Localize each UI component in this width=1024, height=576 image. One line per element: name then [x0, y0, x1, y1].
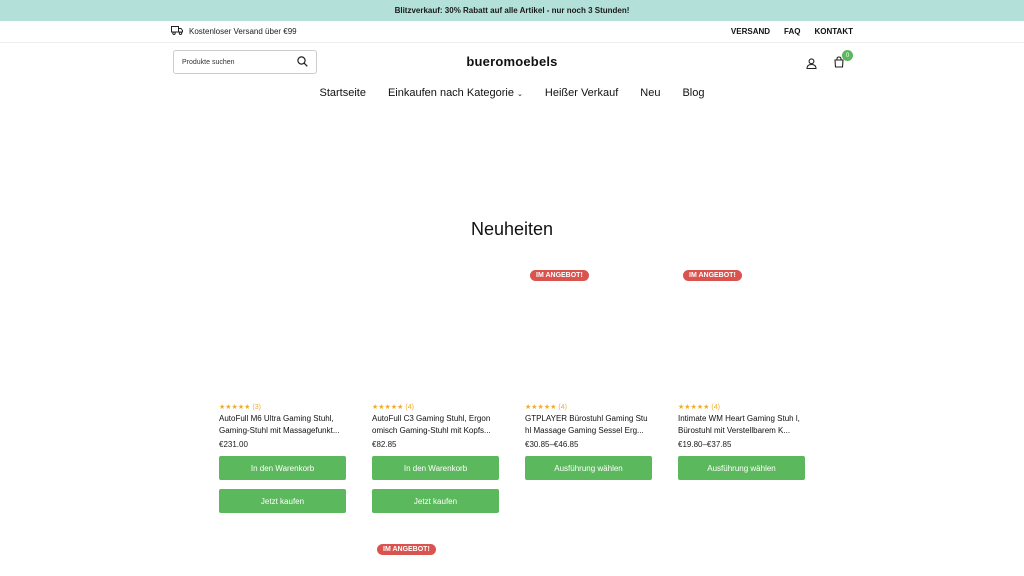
main-nav: Startseite Einkaufen nach Kategorie ⌄ He… — [0, 79, 1024, 107]
review-count: (4) — [558, 404, 567, 411]
product-title[interactable]: GTPLAYER Bürostuhl Gaming Stu hl Massage… — [525, 413, 652, 437]
product-price: €82.85 — [372, 440, 397, 449]
rating: ★★★★★ (4) — [372, 403, 414, 411]
product-card[interactable]: IM ANGEBOT! ★★★★★ (4) GTPLAYER Bürostuhl … — [525, 268, 652, 518]
add-to-cart-button[interactable]: In den Warenkorb — [219, 456, 346, 480]
sale-badge: IM ANGEBOT! — [683, 270, 742, 281]
product-price: €19.80–€37.85 — [678, 440, 732, 449]
product-title[interactable]: AutoFull M6 Ultra Gaming Stuhl, Gaming-S… — [219, 413, 346, 437]
rating: ★★★★★ (4) — [678, 403, 720, 411]
shipping-info: Kostenloser Versand über €99 — [171, 26, 297, 37]
shipping-text: Kostenloser Versand über €99 — [189, 27, 297, 36]
product-price: €231.00 — [219, 440, 248, 449]
stars-icon: ★★★★★ — [678, 404, 710, 411]
stars-icon: ★★★★★ — [525, 404, 557, 411]
buy-now-button[interactable]: Jetzt kaufen — [372, 489, 499, 513]
link-kontakt[interactable]: KONTAKT — [814, 27, 853, 36]
review-count: (3) — [252, 404, 261, 411]
buy-now-button[interactable]: Jetzt kaufen — [219, 489, 346, 513]
rating: ★★★★★ (3) — [219, 403, 261, 411]
nav-item-startseite[interactable]: Startseite — [320, 87, 366, 99]
review-count: (4) — [405, 404, 414, 411]
stars-icon: ★★★★★ — [372, 404, 404, 411]
nav-item-kategorie-label: Einkaufen nach Kategorie — [387, 87, 514, 99]
rating: ★★★★★ (4) — [525, 403, 567, 411]
nav-item-kategorie[interactable]: Einkaufen nach Kategorie ⌄ — [388, 87, 523, 99]
chevron-down-icon: ⌄ — [517, 91, 523, 98]
select-options-button[interactable]: Ausführung wählen — [678, 456, 805, 480]
link-versand[interactable]: VERSAND — [731, 27, 770, 36]
truck-icon — [171, 26, 183, 37]
product-title[interactable]: Intimate WM Heart Gaming Stuh l, Bürostu… — [678, 413, 805, 437]
product-card[interactable]: IM ANGEBOT! ★★★★★ (4) Intimate WM Heart G… — [678, 268, 805, 518]
sale-badge: IM ANGEBOT! — [530, 270, 589, 281]
nav-item-heisser-verkauf[interactable]: Heißer Verkauf — [545, 87, 618, 99]
link-faq[interactable]: FAQ — [784, 27, 800, 36]
sale-badge: IM ANGEBOT! — [377, 544, 436, 555]
nav-item-blog[interactable]: Blog — [682, 87, 704, 99]
promo-bar: Blitzverkauf: 30% Rabatt auf alle Artike… — [0, 0, 1024, 21]
nav-item-neu[interactable]: Neu — [640, 87, 660, 99]
select-options-button[interactable]: Ausführung wählen — [525, 456, 652, 480]
header: Produkte suchen bueromoebels 0 — [0, 43, 1024, 83]
topbar: Kostenloser Versand über €99 VERSAND FAQ… — [0, 21, 1024, 43]
user-icon[interactable] — [806, 56, 817, 74]
review-count: (4) — [711, 404, 720, 411]
product-card[interactable]: ★★★★★ (3) AutoFull M6 Ultra Gaming Stuhl,… — [219, 268, 346, 518]
product-title[interactable]: AutoFull C3 Gaming Stuhl, Ergon omisch G… — [372, 413, 499, 437]
stars-icon: ★★★★★ — [219, 404, 251, 411]
section-title: Neuheiten — [470, 219, 554, 239]
site-logo[interactable]: bueromoebels — [0, 54, 1024, 69]
cart-count-badge: 0 — [842, 50, 853, 61]
top-links: VERSAND FAQ KONTAKT — [731, 27, 853, 36]
product-grid: ★★★★★ (3) AutoFull M6 Ultra Gaming Stuhl,… — [219, 268, 805, 518]
product-price: €30.85–€46.85 — [525, 440, 579, 449]
add-to-cart-button[interactable]: In den Warenkorb — [372, 456, 499, 480]
product-card[interactable]: ★★★★★ (4) AutoFull C3 Gaming Stuhl, Ergon… — [372, 268, 499, 518]
promo-text: Blitzverkauf: 30% Rabatt auf alle Artike… — [394, 6, 630, 15]
